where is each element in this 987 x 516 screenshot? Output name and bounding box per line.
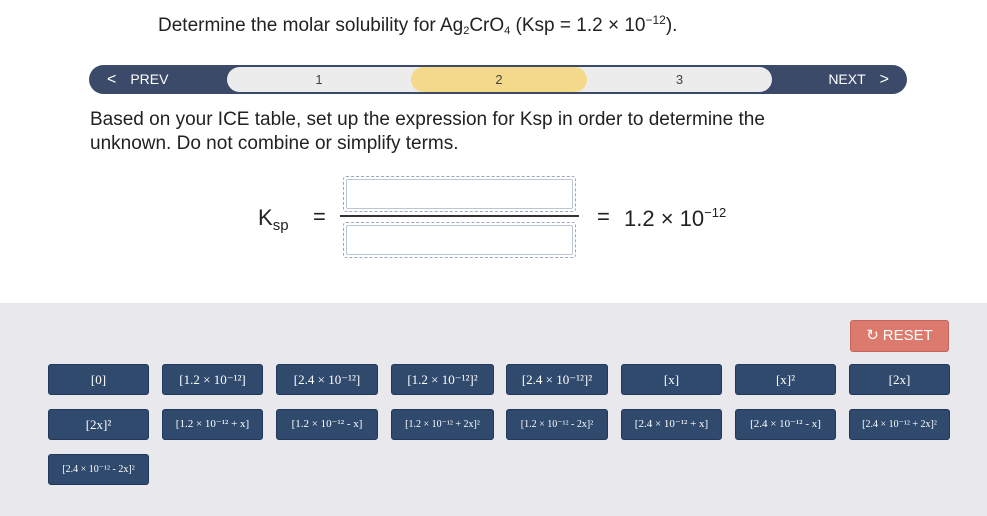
answer-tile[interactable]: [x]² [735, 364, 836, 395]
answer-tile[interactable]: [1.2 × 10⁻¹² - x] [276, 409, 378, 440]
chevron-left-icon: < [107, 71, 117, 88]
answer-tile[interactable]: [1.2 × 10⁻¹² + x] [162, 409, 263, 440]
denominator-dropzone[interactable] [343, 222, 576, 258]
step-3[interactable]: 3 [587, 67, 772, 92]
numerator-dropzone[interactable] [343, 176, 576, 212]
answer-tile[interactable]: [1.2 × 10⁻¹² + 2x]² [391, 409, 494, 440]
equals-sign: = [597, 204, 610, 229]
equals-sign: = [313, 204, 326, 229]
answer-tile[interactable]: [0] [48, 364, 149, 395]
step-1[interactable]: 1 [227, 67, 411, 92]
next-button[interactable]: NEXT > [828, 65, 889, 94]
step-2-active[interactable]: 2 [411, 67, 587, 92]
ksp-label: Ksp [258, 205, 289, 234]
answer-tile[interactable]: [1.2 × 10⁻¹²] [162, 364, 263, 395]
answer-tile[interactable]: [2.4 × 10⁻¹²]² [506, 364, 608, 395]
reset-icon: ↻ [866, 327, 879, 344]
answer-tile[interactable]: [2.4 × 10⁻¹² - x] [735, 409, 836, 440]
answer-tile[interactable]: [1.2 × 10⁻¹² - 2x]² [506, 409, 608, 440]
answer-tile[interactable]: [2.4 × 10⁻¹² - 2x]² [48, 454, 149, 485]
question-text: Determine the molar solubility for Ag2Cr… [158, 13, 678, 37]
ksp-value: 1.2 × 10−12 [624, 205, 727, 231]
prev-button[interactable]: < PREV [107, 65, 168, 94]
step-track: 1 2 3 [227, 67, 772, 92]
answer-tile[interactable]: [2.4 × 10⁻¹² + 2x]² [849, 409, 950, 440]
answer-tile[interactable]: [2x] [849, 364, 950, 395]
instruction-text: Based on your ICE table, set up the expr… [90, 109, 765, 154]
answer-tile[interactable]: [x] [621, 364, 722, 395]
answer-tile[interactable]: [2.4 × 10⁻¹²] [276, 364, 378, 395]
tile-bank: ↻ RESET [0] [1.2 × 10⁻¹²] [2.4 × 10⁻¹²] [… [0, 303, 987, 516]
answer-tile[interactable]: [1.2 × 10⁻¹²]² [391, 364, 494, 395]
reset-button[interactable]: ↻ RESET [850, 320, 949, 352]
answer-tile[interactable]: [2x]² [48, 409, 149, 440]
step-navigation: < PREV 1 2 3 NEXT > [89, 65, 907, 94]
chevron-right-icon: > [879, 71, 889, 88]
fraction-bar [340, 215, 579, 217]
answer-tile[interactable]: [2.4 × 10⁻¹² + x] [621, 409, 722, 440]
